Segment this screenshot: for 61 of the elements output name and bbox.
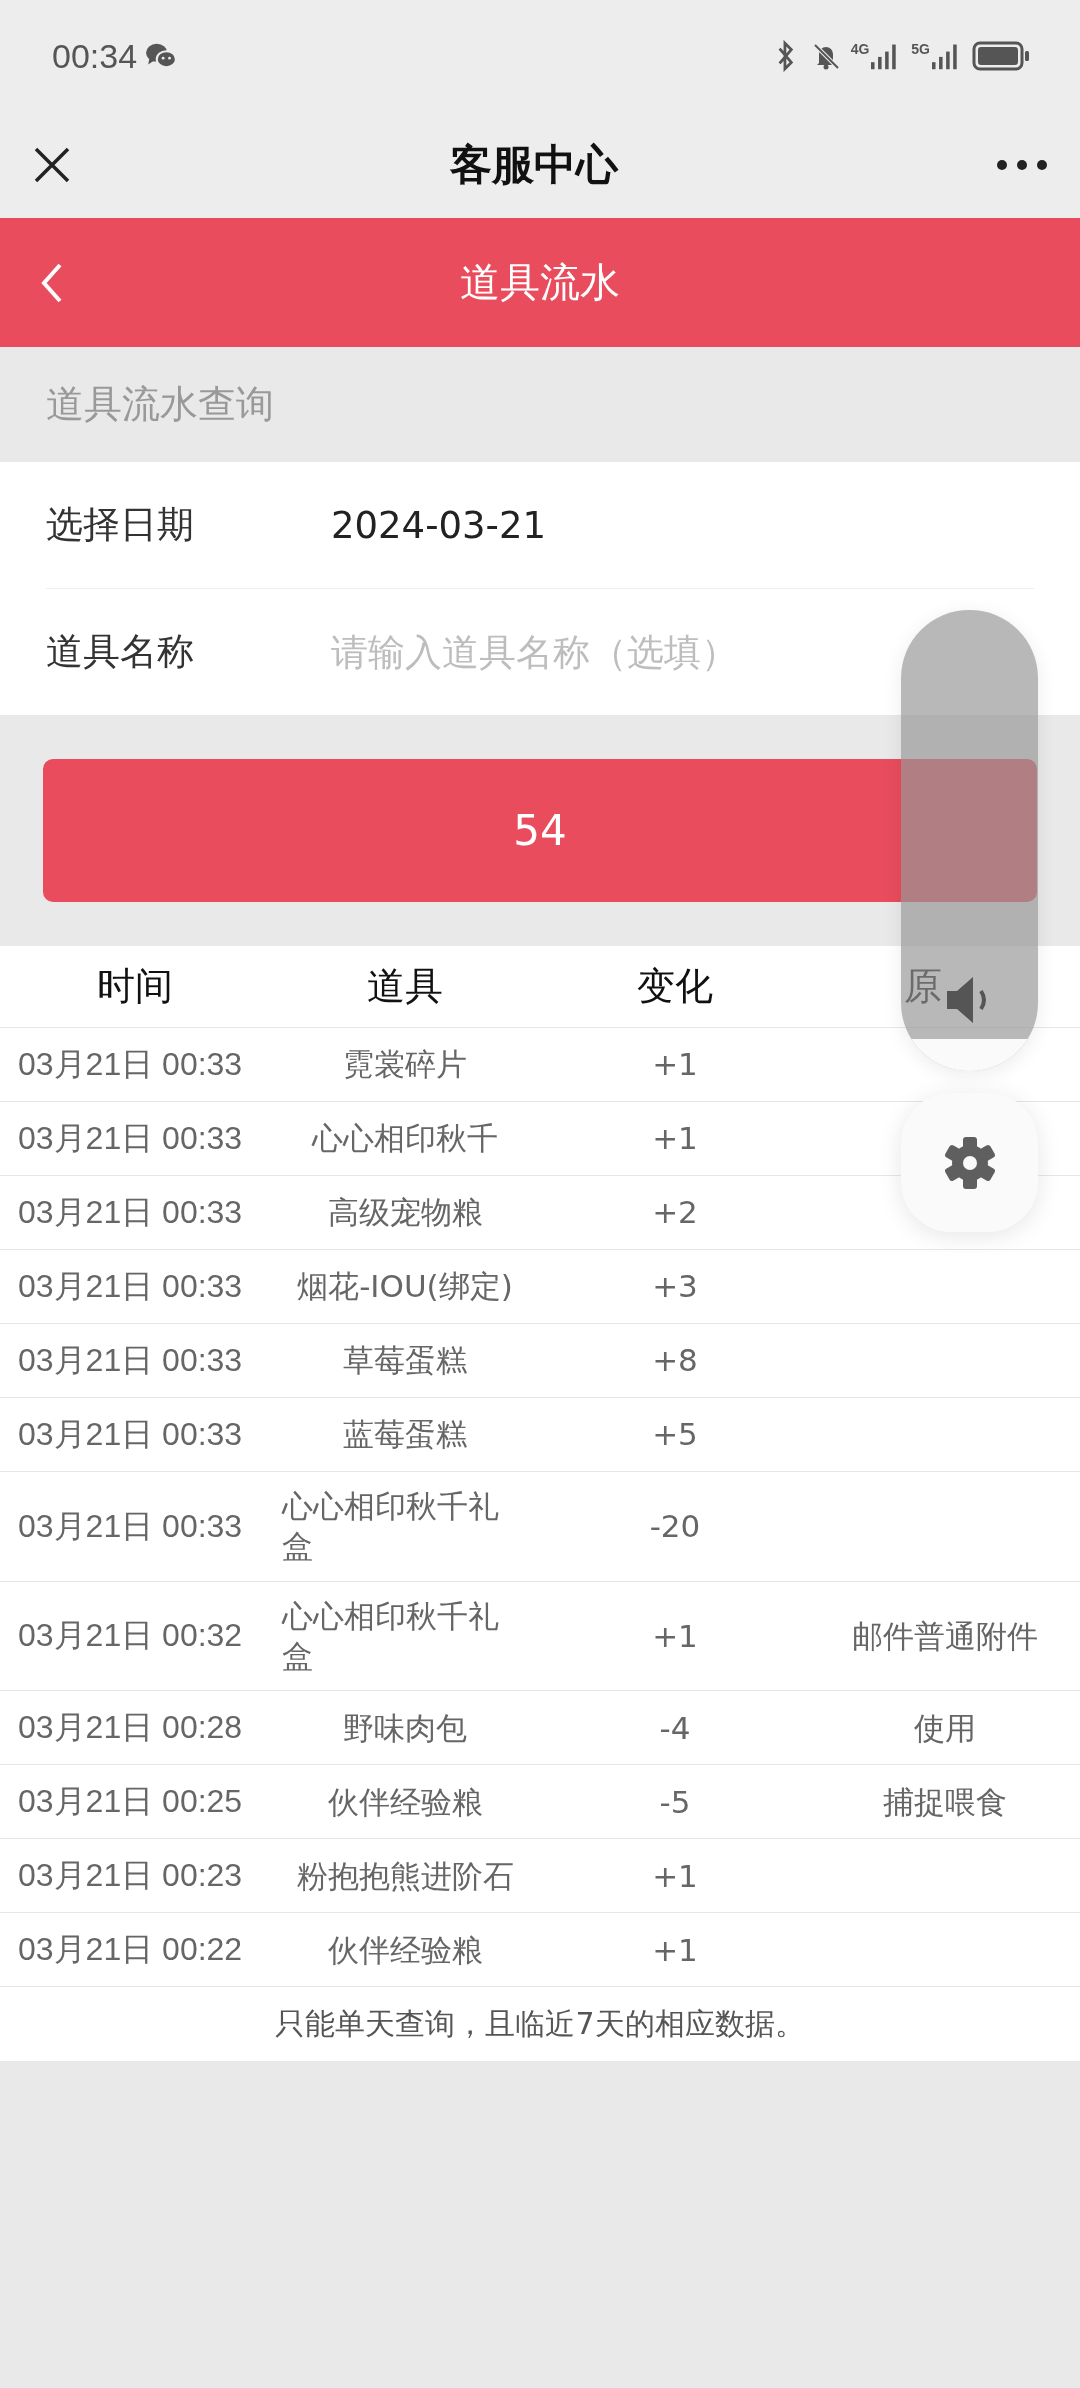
column-header: 变化: [637, 963, 713, 1010]
table-cell-text: 心心相印秋千礼盒: [282, 1487, 500, 1567]
table-cell-text: 03月21日 00:32: [18, 1616, 243, 1656]
table-cell-text: 03月21日 00:33: [18, 1044, 243, 1084]
table-cell-text: +1: [652, 1930, 698, 1970]
table-cell-text: 伙伴经验粮: [327, 1930, 483, 1970]
table-cell-text: 03月21日 00:33: [18, 1414, 243, 1454]
table-cell-text: -20: [649, 1507, 701, 1547]
table-cell-text: 捕捉喂食: [883, 1782, 1007, 1822]
table-cell-text: 蓝莓蛋糕: [343, 1415, 467, 1455]
column-header: 原: [904, 963, 942, 1010]
column-header: 道具: [367, 963, 443, 1010]
footer-note: 只能单天查询，且临近7天的相应数据。: [274, 2004, 806, 2043]
table-cell-text: +1: [652, 1045, 698, 1085]
table-cell-text: -5: [659, 1782, 691, 1822]
table-cell-text: 03月21日 00:28: [18, 1707, 243, 1747]
table-cell-text: 粉抱抱熊进阶石: [296, 1856, 514, 1896]
table-cell-text: 高级宠物粮: [327, 1193, 483, 1233]
network-type-label: 4G: [850, 41, 870, 57]
table-cell-text: 03月21日 00:33: [18, 1340, 243, 1380]
table-cell-text: 使用: [914, 1708, 976, 1748]
table-cell-text: 03月21日 00:33: [18, 1192, 243, 1232]
table-cell-text: 烟花-IOU(绑定): [297, 1267, 513, 1307]
header-title: 道具流水: [460, 258, 620, 307]
chat-bubbles-icon: [145, 42, 178, 70]
page-title: 客服中心: [450, 139, 618, 191]
table-cell-text: +1: [652, 1119, 698, 1159]
input-field[interactable]: 请输入道具名称（选填）: [331, 630, 931, 674]
table-cell-text: +3: [652, 1267, 698, 1307]
table-cell-text: 03月21日 00:25: [18, 1781, 243, 1821]
table-cell-text: 伙伴经验粮: [327, 1782, 483, 1822]
table-cell-text: 03月21日 00:33: [18, 1506, 243, 1546]
table-cell-text: 邮件普通附件: [852, 1616, 1038, 1656]
table-cell-text: 心心相印秋千: [312, 1119, 498, 1159]
table-cell-text: +2: [652, 1193, 698, 1233]
column-header: 时间: [97, 963, 173, 1010]
table-cell-text: 03月21日 00:23: [18, 1855, 243, 1895]
date-field[interactable]: 2024-03-21: [331, 503, 931, 547]
table-cell-text: 霓裳碎片: [343, 1045, 467, 1085]
field-label: 选择日期: [46, 502, 195, 548]
table-cell-text: 03月21日 00:22: [18, 1929, 243, 1969]
table-cell-text: 草莓蛋糕: [343, 1341, 467, 1381]
query-button[interactable]: 54: [43, 759, 1037, 902]
table-cell-text: +5: [652, 1415, 698, 1455]
table-cell-text: +1: [652, 1616, 698, 1656]
more-icon[interactable]: [996, 159, 1048, 171]
clock-time: 00:34: [52, 36, 138, 76]
table-cell-text: +1: [652, 1856, 698, 1896]
section-title: 道具流水查询: [45, 381, 275, 428]
battery-icon: [972, 41, 1030, 71]
back-icon[interactable]: [40, 261, 64, 304]
table-cell-text: -4: [659, 1708, 691, 1748]
speaker-icon: [945, 975, 989, 1025]
table-cell-text: 03月21日 00:33: [18, 1118, 243, 1158]
table-cell-text: 03月21日 00:33: [18, 1266, 243, 1306]
field-label: 道具名称: [46, 629, 195, 675]
network-type-label: 5G: [911, 41, 930, 57]
close-icon[interactable]: [32, 145, 72, 185]
table-cell-text: 心心相印秋千礼盒: [282, 1596, 500, 1676]
table-cell-text: +8: [652, 1341, 698, 1381]
table-cell-text: 野味肉包: [343, 1708, 467, 1748]
